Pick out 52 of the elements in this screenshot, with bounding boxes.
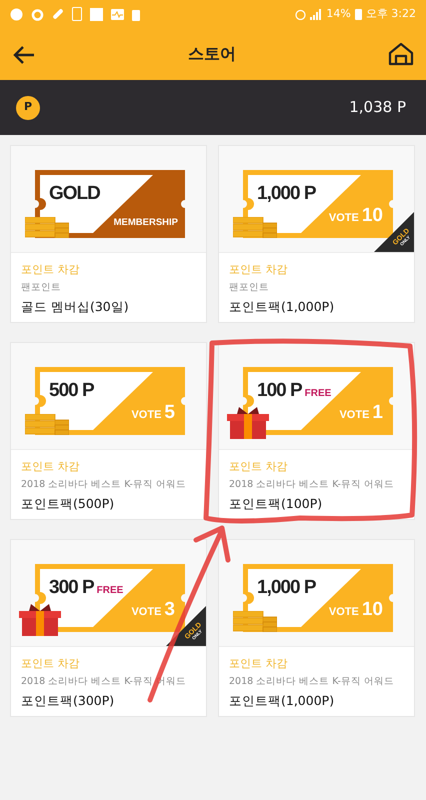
point-balance: 1,038 P xyxy=(349,97,406,118)
product-card[interactable]: 1,000 P VOTE 10 포인트 차감 2018 소리바다 베스트 K-뮤직 어워드 포인트팩(1,000P) xyxy=(218,539,415,717)
coins-icon xyxy=(25,414,69,435)
product-category: 2018 소리바다 베스트 K-뮤직 어워드 xyxy=(229,478,395,492)
price-type: 포인트 차감 xyxy=(21,459,80,475)
price-type: 포인트 차감 xyxy=(229,459,288,475)
product-category: 2018 소리바다 베스트 K-뮤직 어워드 xyxy=(229,674,395,688)
price-type: 포인트 차감 xyxy=(21,656,80,672)
product-card[interactable]: 100 P FREE VOTE 1 포인트 차감 2018 소리바다 베스트 K-뮤직 어워드 포인트팩(100P) xyxy=(218,342,415,520)
battery-level: 14% xyxy=(326,6,351,22)
ticket-title: 1,000 P xyxy=(257,182,316,206)
coins-icon xyxy=(233,217,277,238)
activity-icon xyxy=(111,8,124,20)
product-category: 팬포인트 xyxy=(21,280,62,294)
ticket-title: 300 P FREE xyxy=(49,576,124,600)
gift-icon xyxy=(19,603,61,636)
clock: 오후 3:22 xyxy=(366,6,416,22)
product-name: 포인트팩(500P) xyxy=(21,494,116,513)
product-category: 팬포인트 xyxy=(229,280,270,294)
product-name: 포인트팩(1,000P) xyxy=(229,692,336,710)
alarm-icon xyxy=(295,8,306,20)
battery-icon xyxy=(132,8,140,20)
product-card[interactable]: GOLD MEMBERSHIP 포인트 차감 팬포인트 골드 멤버십(30일) xyxy=(10,145,207,323)
gift-icon xyxy=(227,406,269,439)
point-badge: P xyxy=(16,96,40,120)
product-name: 골드 멤버십(30일) xyxy=(21,298,130,316)
phone-icon xyxy=(72,7,82,21)
coins-icon xyxy=(25,217,69,238)
membership-label: MEMBERSHIP xyxy=(114,216,178,230)
price-type: 포인트 차감 xyxy=(21,262,80,278)
vote-label: VOTE 10 xyxy=(328,598,383,622)
product-name: 포인트팩(300P) xyxy=(21,692,116,710)
product-name: 포인트팩(1,000P) xyxy=(229,298,336,316)
product-card[interactable]: 500 P VOTE 5 포인트 차감 2018 소리바다 베스트 K-뮤직 어워드 포인트팩(500P) xyxy=(10,342,207,520)
notification-icon xyxy=(31,8,44,20)
ticket-title: 1,000 P xyxy=(257,576,316,600)
signal-icon xyxy=(310,8,322,20)
vote-label: VOTE 1 xyxy=(339,400,383,424)
page-title: 스토어 xyxy=(188,43,236,65)
product-name: 포인트팩(100P) xyxy=(229,494,324,513)
price-type: 포인트 차감 xyxy=(229,262,288,278)
ticket-title: GOLD xyxy=(49,182,100,206)
product-category: 2018 소리바다 베스트 K-뮤직 어워드 xyxy=(21,478,187,492)
notification-icon xyxy=(90,8,103,20)
vote-label: VOTE 5 xyxy=(131,400,175,424)
home-button[interactable] xyxy=(388,42,414,66)
battery-icon xyxy=(354,8,362,20)
notification-icon xyxy=(10,8,23,20)
price-type: 포인트 차감 xyxy=(229,656,288,672)
coins-icon xyxy=(233,611,277,632)
ticket-title: 500 P xyxy=(49,379,94,403)
ticket-title: 100 P FREE xyxy=(257,379,332,403)
